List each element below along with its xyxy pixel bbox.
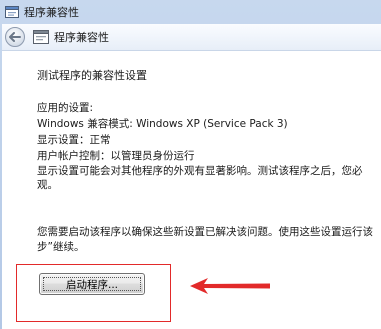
back-button[interactable] bbox=[5, 27, 25, 47]
title-bar: 程序兼容性 bbox=[0, 0, 381, 24]
instruction-text-line1: 您需要启动该程序以确保这些新设置已解决该问题。使用这些设置运行该 bbox=[37, 226, 373, 238]
display-setting: 显示设置：正常 bbox=[37, 134, 111, 146]
program-window-icon bbox=[33, 30, 49, 44]
window-frame: 程序兼容性 程序兼容性 测试程序的兼容性设置 应用的设置: Windows 兼容… bbox=[0, 0, 381, 329]
warning-text-line2: 观。 bbox=[37, 179, 58, 191]
red-arrow-icon bbox=[190, 278, 270, 294]
program-window-icon bbox=[5, 6, 19, 18]
uac-setting: 用户帐户控制：以管理员身份运行 bbox=[37, 150, 195, 162]
instruction-text-line2: 步”继续。 bbox=[37, 241, 85, 253]
navigation-bar: 程序兼容性 bbox=[2, 24, 381, 51]
start-program-button[interactable]: 启动程序... bbox=[39, 273, 145, 295]
nav-page-title: 程序兼容性 bbox=[54, 31, 109, 44]
back-arrow-icon bbox=[9, 32, 21, 42]
start-program-button-label: 启动程序... bbox=[65, 278, 118, 291]
page-heading: 测试程序的兼容性设置 bbox=[37, 69, 147, 82]
compat-mode-setting: Windows 兼容模式: Windows XP (Service Pack 3… bbox=[37, 118, 288, 130]
window-title: 程序兼容性 bbox=[24, 6, 79, 19]
applied-settings-label: 应用的设置: bbox=[37, 102, 94, 114]
warning-text-line1: 显示设置可能会对其他程序的外观有显著影响。测试该程序之后，您必 bbox=[37, 165, 363, 177]
